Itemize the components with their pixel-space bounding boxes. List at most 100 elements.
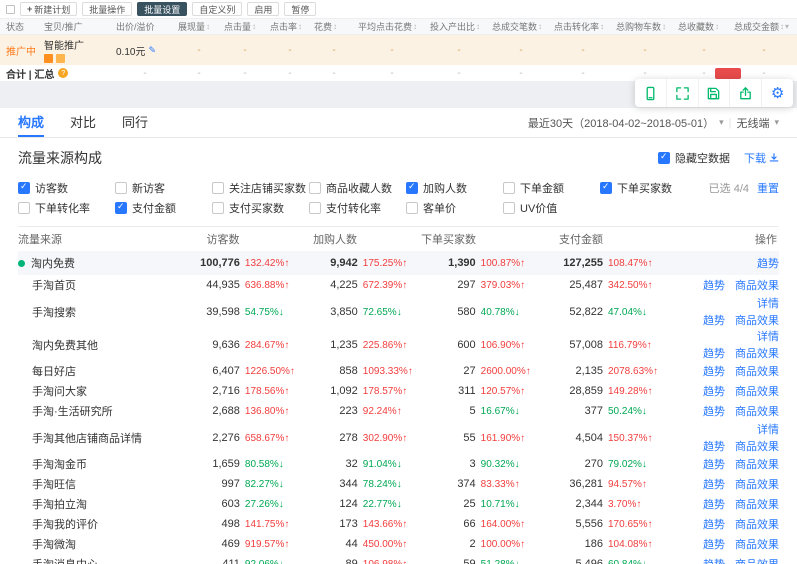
column-header[interactable]: 下单买家数: [421, 231, 540, 247]
op-link[interactable]: 趋势: [703, 496, 725, 512]
save-icon[interactable]: [699, 79, 731, 107]
ad-toolbar-button[interactable]: 批量操作: [82, 2, 132, 16]
op-link[interactable]: 趋势: [703, 345, 725, 361]
checkbox-icon[interactable]: [309, 182, 321, 194]
sort-icon[interactable]: ↕: [780, 22, 784, 31]
ad-column-header[interactable]: 展现量↕: [176, 20, 222, 33]
op-link[interactable]: 商品效果: [735, 476, 779, 492]
metric-checkbox-item[interactable]: UV价值: [503, 200, 600, 216]
op-link[interactable]: 商品效果: [735, 438, 779, 454]
metric-checkbox-item[interactable]: 支付转化率: [309, 200, 406, 216]
op-link[interactable]: 商品效果: [735, 345, 779, 361]
ad-column-header[interactable]: 花费↕: [312, 20, 356, 33]
sort-icon[interactable]: ↕: [252, 22, 256, 31]
checkbox-icon[interactable]: [18, 182, 30, 194]
ad-column-header[interactable]: 总收藏数↕: [676, 20, 732, 33]
reset-link[interactable]: 重置: [757, 180, 779, 196]
help-icon[interactable]: ?: [58, 68, 68, 78]
checkbox-icon[interactable]: [503, 182, 515, 194]
op-link[interactable]: 商品效果: [735, 536, 779, 552]
op-link[interactable]: 商品效果: [735, 363, 779, 379]
op-link[interactable]: 趋势: [703, 536, 725, 552]
column-header[interactable]: 流量来源: [18, 231, 186, 247]
metric-checkbox-item[interactable]: 新访客: [115, 180, 212, 196]
op-link[interactable]: 商品效果: [735, 456, 779, 472]
op-link[interactable]: 趋势: [703, 516, 725, 532]
op-link[interactable]: 趋势: [703, 556, 725, 564]
op-link[interactable]: 趋势: [703, 383, 725, 399]
ad-toolbar-button[interactable]: 暂停: [284, 2, 316, 16]
checkbox-icon[interactable]: [212, 182, 224, 194]
metric-checkbox-item[interactable]: 下单转化率: [18, 200, 115, 216]
ad-column-header[interactable]: 总购物车数↕: [614, 20, 676, 33]
hide-empty-toggle[interactable]: 隐藏空数据: [658, 150, 730, 166]
select-all-checkbox[interactable]: [6, 5, 15, 14]
metric-checkbox-item[interactable]: 下单买家数: [600, 180, 697, 196]
ad-column-header[interactable]: 总成交金额↕▾: [732, 20, 796, 33]
date-range-label[interactable]: 最近30天（2018-04-02~2018-05-01）: [528, 115, 714, 131]
op-link[interactable]: 详情: [757, 295, 779, 311]
preview-icon[interactable]: [635, 79, 667, 107]
sort-icon[interactable]: ↕: [333, 22, 337, 31]
metric-checkbox-item[interactable]: 访客数: [18, 180, 115, 196]
ad-column-header[interactable]: 点击量↕: [222, 20, 268, 33]
tab-2[interactable]: 同行: [122, 108, 148, 137]
ad-toolbar-button[interactable]: 自定义列: [192, 2, 242, 16]
checkbox-icon[interactable]: [212, 202, 224, 214]
settings-icon[interactable]: ⚙: [762, 79, 793, 107]
op-link[interactable]: 趋势: [703, 312, 725, 328]
op-link[interactable]: 商品效果: [735, 403, 779, 419]
ad-toolbar-button[interactable]: 启用: [247, 2, 279, 16]
red-action-badge[interactable]: [715, 68, 741, 79]
op-link[interactable]: 详情: [757, 421, 779, 437]
checkbox-icon[interactable]: [18, 202, 30, 214]
ad-toolbar-button[interactable]: 批量设置: [137, 2, 187, 16]
metric-checkbox-item[interactable]: 加购人数: [406, 180, 503, 196]
ad-column-header[interactable]: 投入产出比↕: [428, 20, 490, 33]
checkbox-icon[interactable]: [600, 182, 612, 194]
op-link[interactable]: 趋势: [703, 438, 725, 454]
column-header[interactable]: 访客数: [186, 231, 304, 247]
checkbox-icon[interactable]: [406, 202, 418, 214]
checkbox-icon[interactable]: [309, 202, 321, 214]
tab-0[interactable]: 构成: [18, 108, 44, 137]
ad-column-header[interactable]: 总成交笔数↕: [490, 20, 552, 33]
op-link[interactable]: 商品效果: [735, 556, 779, 564]
fullscreen-icon[interactable]: [667, 79, 699, 107]
sort-icon[interactable]: ↕: [413, 22, 417, 31]
ad-column-header[interactable]: 平均点击花费↕: [356, 20, 428, 33]
ad-column-header[interactable]: 点击率↕: [268, 20, 312, 33]
ad-column-header[interactable]: 出价/溢价: [114, 20, 176, 33]
sort-icon[interactable]: ↕: [206, 22, 210, 31]
sort-icon[interactable]: ↕: [298, 22, 302, 31]
download-link[interactable]: 下载: [744, 150, 779, 166]
sort-icon[interactable]: ↕: [538, 22, 542, 31]
op-link[interactable]: 商品效果: [735, 496, 779, 512]
metric-checkbox-item[interactable]: 支付买家数: [212, 200, 309, 216]
checkbox-icon[interactable]: [658, 152, 670, 164]
sort-icon[interactable]: ↕: [715, 22, 719, 31]
column-header[interactable]: 加购人数: [304, 231, 422, 247]
metric-checkbox-item[interactable]: 支付金额: [115, 200, 212, 216]
op-link[interactable]: 商品效果: [735, 312, 779, 328]
ad-column-header[interactable]: 宝贝/推广: [42, 20, 114, 33]
terminal-selector[interactable]: 无线端: [736, 115, 769, 131]
checkbox-icon[interactable]: [115, 202, 127, 214]
checkbox-icon[interactable]: [503, 202, 515, 214]
op-link[interactable]: 趋势: [757, 255, 779, 271]
edit-icon[interactable]: ✎: [148, 45, 156, 56]
sort-icon[interactable]: ↕: [662, 22, 666, 31]
ad-column-header[interactable]: 状态: [4, 20, 42, 33]
checkbox-icon[interactable]: [406, 182, 418, 194]
metric-checkbox-item[interactable]: 下单金额: [503, 180, 600, 196]
metric-checkbox-item[interactable]: 客单价: [406, 200, 503, 216]
op-link[interactable]: 趋势: [703, 363, 725, 379]
ad-toolbar-button[interactable]: +新建计划: [20, 2, 77, 16]
sort-icon[interactable]: ↕: [600, 22, 604, 31]
checkbox-icon[interactable]: [115, 182, 127, 194]
column-header[interactable]: 支付金额: [540, 231, 667, 247]
op-link[interactable]: 趋势: [703, 456, 725, 472]
op-link[interactable]: 趋势: [703, 403, 725, 419]
tab-1[interactable]: 对比: [70, 108, 96, 137]
op-link[interactable]: 趋势: [703, 476, 725, 492]
